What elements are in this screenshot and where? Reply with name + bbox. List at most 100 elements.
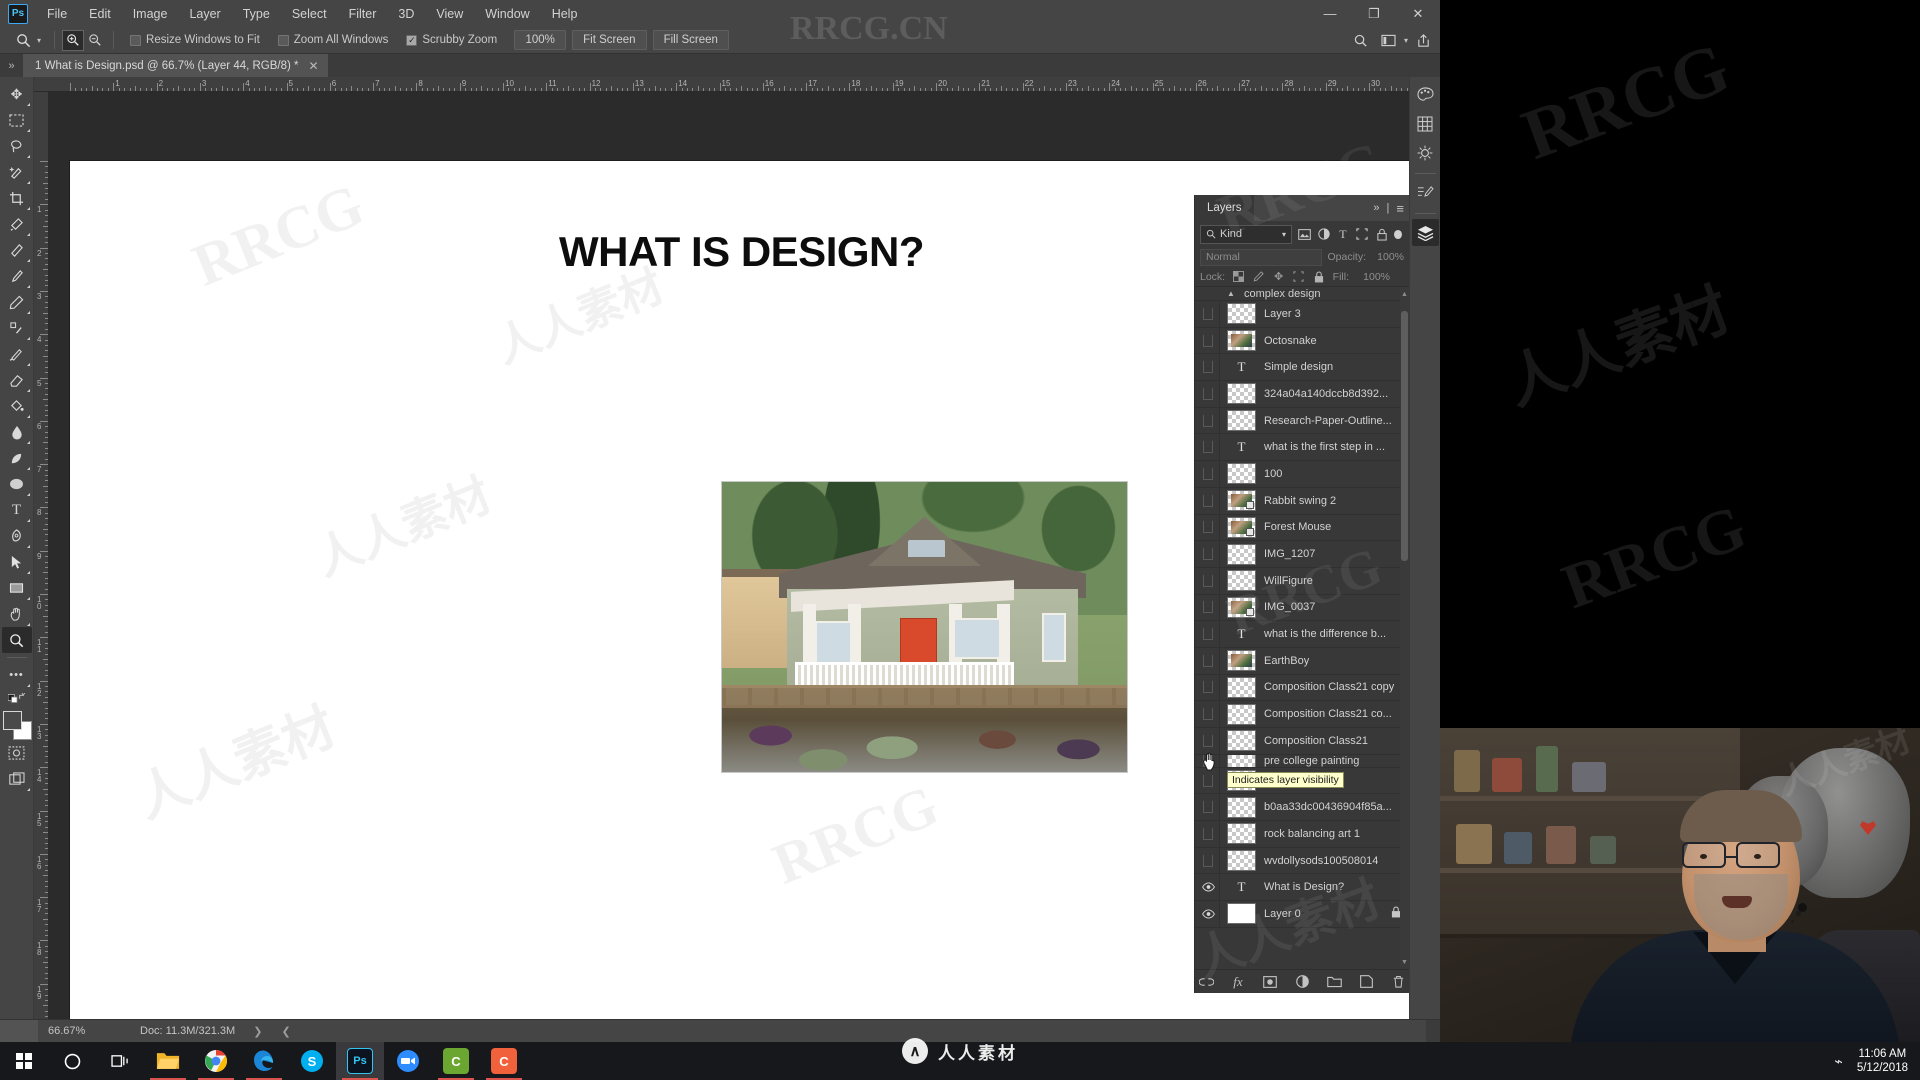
zoom-level-field[interactable]: 66.67%: [38, 1025, 118, 1037]
menu-edit[interactable]: Edit: [78, 3, 122, 25]
filter-kind-dropdown[interactable]: Kind ▾: [1200, 224, 1292, 244]
pixel-layer-filter-icon[interactable]: [1297, 226, 1311, 243]
adjustment-layer-filter-icon[interactable]: [1316, 226, 1330, 243]
type-layer-filter-icon[interactable]: T: [1336, 226, 1350, 243]
camtasia-recorder-button[interactable]: C: [480, 1042, 528, 1080]
file-explorer-button[interactable]: [144, 1042, 192, 1080]
layer-visibility-off-icon[interactable]: [1197, 301, 1219, 327]
layer-visibility-off-icon[interactable]: [1197, 701, 1219, 727]
layer-row[interactable]: pre college painting: [1195, 754, 1409, 768]
layer-thumbnail[interactable]: [1227, 383, 1256, 405]
layer-row[interactable]: b0aa33dc00436904f85a...: [1195, 794, 1409, 822]
dodge-tool[interactable]: [2, 445, 32, 471]
new-fill-adjustment-layer-button[interactable]: [1294, 974, 1310, 990]
panel-menu-icon[interactable]: ≡: [1396, 201, 1404, 216]
layer-visibility-off-icon[interactable]: [1197, 794, 1219, 820]
new-layer-button[interactable]: [1358, 974, 1374, 990]
layer-row[interactable]: IMG_1207: [1195, 541, 1409, 568]
brush-tool[interactable]: [2, 263, 32, 289]
status-bar-arrows[interactable]: ❯ ❮: [253, 1025, 299, 1038]
path-selection-tool[interactable]: [2, 549, 32, 575]
layers-panel-icon[interactable]: [1411, 219, 1439, 246]
zoom-tool[interactable]: [1, 627, 32, 653]
lock-all-icon[interactable]: [1312, 270, 1325, 283]
color-panel-icon[interactable]: [1412, 81, 1439, 108]
layer-thumbnail[interactable]: [1227, 490, 1256, 512]
rectangular-marquee-tool[interactable]: [2, 107, 32, 133]
layer-visibility-off-icon[interactable]: [1197, 621, 1219, 647]
zoom-in-button[interactable]: [62, 29, 85, 51]
horizontal-type-tool[interactable]: T: [2, 497, 32, 523]
layer-row[interactable]: Composition Class21 co...: [1195, 701, 1409, 728]
blur-tool[interactable]: [2, 419, 32, 445]
zoom-100-button[interactable]: 100%: [514, 30, 567, 50]
foreground-color-swatch[interactable]: [2, 711, 22, 730]
layer-visibility-off-icon[interactable]: [1197, 675, 1219, 701]
menu-filter[interactable]: Filter: [338, 3, 388, 25]
opacity-control[interactable]: Opacity: 100%: [1327, 251, 1404, 263]
layer-thumbnail[interactable]: [1227, 754, 1256, 767]
layer-thumbnail[interactable]: [1227, 703, 1256, 725]
layer-row[interactable]: Twhat is the difference b...: [1195, 621, 1409, 648]
paint-bucket-tool[interactable]: [2, 393, 32, 419]
layer-row[interactable]: rock balancing art 1: [1195, 821, 1409, 848]
share-icon[interactable]: [1410, 29, 1436, 51]
layer-thumbnail[interactable]: [1227, 676, 1256, 698]
eraser-tool[interactable]: [2, 367, 32, 393]
zoom-all-windows-checkbox[interactable]: ✓ Zoom All Windows: [269, 34, 398, 46]
layer-row[interactable]: Twhat is the first step in ...: [1195, 434, 1409, 462]
chevron-down-icon[interactable]: ▾: [1404, 36, 1408, 45]
resize-windows-to-fit-checkbox[interactable]: ✓ Resize Windows to Fit: [121, 34, 269, 46]
change-screen-mode-button[interactable]: [2, 766, 32, 792]
lock-transparent-pixels-icon[interactable]: [1232, 270, 1245, 283]
rectangle-tool[interactable]: [2, 575, 32, 601]
expand-panels-icon[interactable]: »: [0, 54, 23, 77]
smart-object-filter-icon[interactable]: [1375, 226, 1389, 243]
task-view-button[interactable]: [96, 1042, 144, 1080]
layer-visibility-off-icon[interactable]: [1197, 461, 1219, 487]
layer-row[interactable]: T What is Design?: [1195, 874, 1409, 902]
menu-image[interactable]: Image: [122, 3, 179, 25]
google-chrome-button[interactable]: [192, 1042, 240, 1080]
menu-select[interactable]: Select: [281, 3, 338, 25]
layer-thumbnail[interactable]: [1227, 596, 1256, 618]
tab-layers[interactable]: Layers: [1195, 195, 1254, 221]
layer-visibility-off-icon[interactable]: [1197, 328, 1219, 354]
zoom-meeting-button[interactable]: [384, 1042, 432, 1080]
layer-row[interactable]: WillFigure: [1195, 567, 1409, 595]
zoom-out-button[interactable]: [84, 30, 106, 51]
pencil-tool[interactable]: [2, 289, 32, 315]
group-collapse-icon[interactable]: ▲: [1218, 289, 1244, 298]
layer-thumbnail[interactable]: [1227, 303, 1256, 325]
layer-visibility-off-icon[interactable]: [1197, 728, 1219, 754]
layer-thumbnail[interactable]: [1227, 410, 1256, 432]
foreground-background-color-swatches[interactable]: [2, 710, 32, 740]
layer-visibility-off-icon[interactable]: [1197, 595, 1219, 621]
swatches-panel-icon[interactable]: [1412, 110, 1439, 137]
move-tool[interactable]: ✥: [2, 81, 32, 107]
layer-visibility-off-icon[interactable]: [1197, 354, 1219, 380]
house-photo-layer[interactable]: [721, 481, 1128, 773]
layer-thumbnail[interactable]: [1227, 823, 1256, 845]
sponge-tool[interactable]: [2, 471, 32, 497]
search-icon[interactable]: [1348, 29, 1374, 51]
link-layers-button[interactable]: [1198, 974, 1214, 990]
start-button[interactable]: [0, 1042, 48, 1080]
menu-help[interactable]: Help: [541, 3, 589, 25]
quick-selection-tool[interactable]: [2, 159, 32, 185]
menu-3d[interactable]: 3D: [387, 3, 425, 25]
layer-row[interactable]: Rabbit swing 2: [1195, 487, 1409, 515]
spot-healing-brush-tool[interactable]: [2, 237, 32, 263]
add-layer-mask-button[interactable]: [1262, 974, 1278, 990]
hand-tool[interactable]: [2, 601, 32, 627]
pen-tool[interactable]: [2, 523, 32, 549]
eyedropper-tool[interactable]: [2, 211, 32, 237]
layer-visibility-off-icon[interactable]: [1197, 381, 1219, 407]
brush-presets-panel-icon[interactable]: [1412, 179, 1439, 206]
layers-list[interactable]: ▲ complex design Layer 3 Octosnake T Simple…: [1195, 287, 1409, 969]
layer-row[interactable]: Composition Class21 copy: [1195, 674, 1409, 702]
layer-row[interactable]: Composition Class21: [1195, 728, 1409, 755]
layer-visibility-off-icon[interactable]: [1197, 648, 1219, 674]
scrubby-zoom-checkbox[interactable]: ✓ Scrubby Zoom: [397, 34, 506, 46]
layer-row[interactable]: EarthBoy: [1195, 647, 1409, 675]
